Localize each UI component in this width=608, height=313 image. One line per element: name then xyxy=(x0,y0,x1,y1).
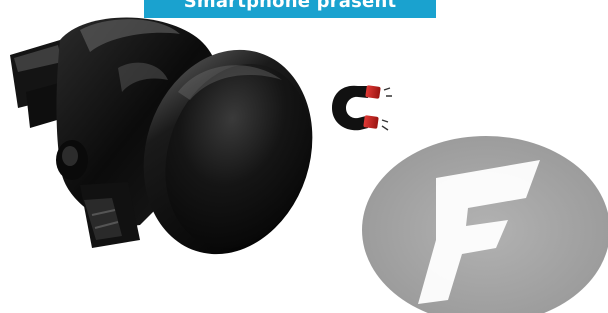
title-banner: Smartphone präsent xyxy=(144,0,436,18)
vent-holder-image xyxy=(10,17,313,255)
product-image: Smartphone präsent xyxy=(0,0,608,313)
magnet-icon xyxy=(332,85,392,131)
metal-plate-image xyxy=(362,136,608,313)
product-illustration xyxy=(10,17,608,313)
